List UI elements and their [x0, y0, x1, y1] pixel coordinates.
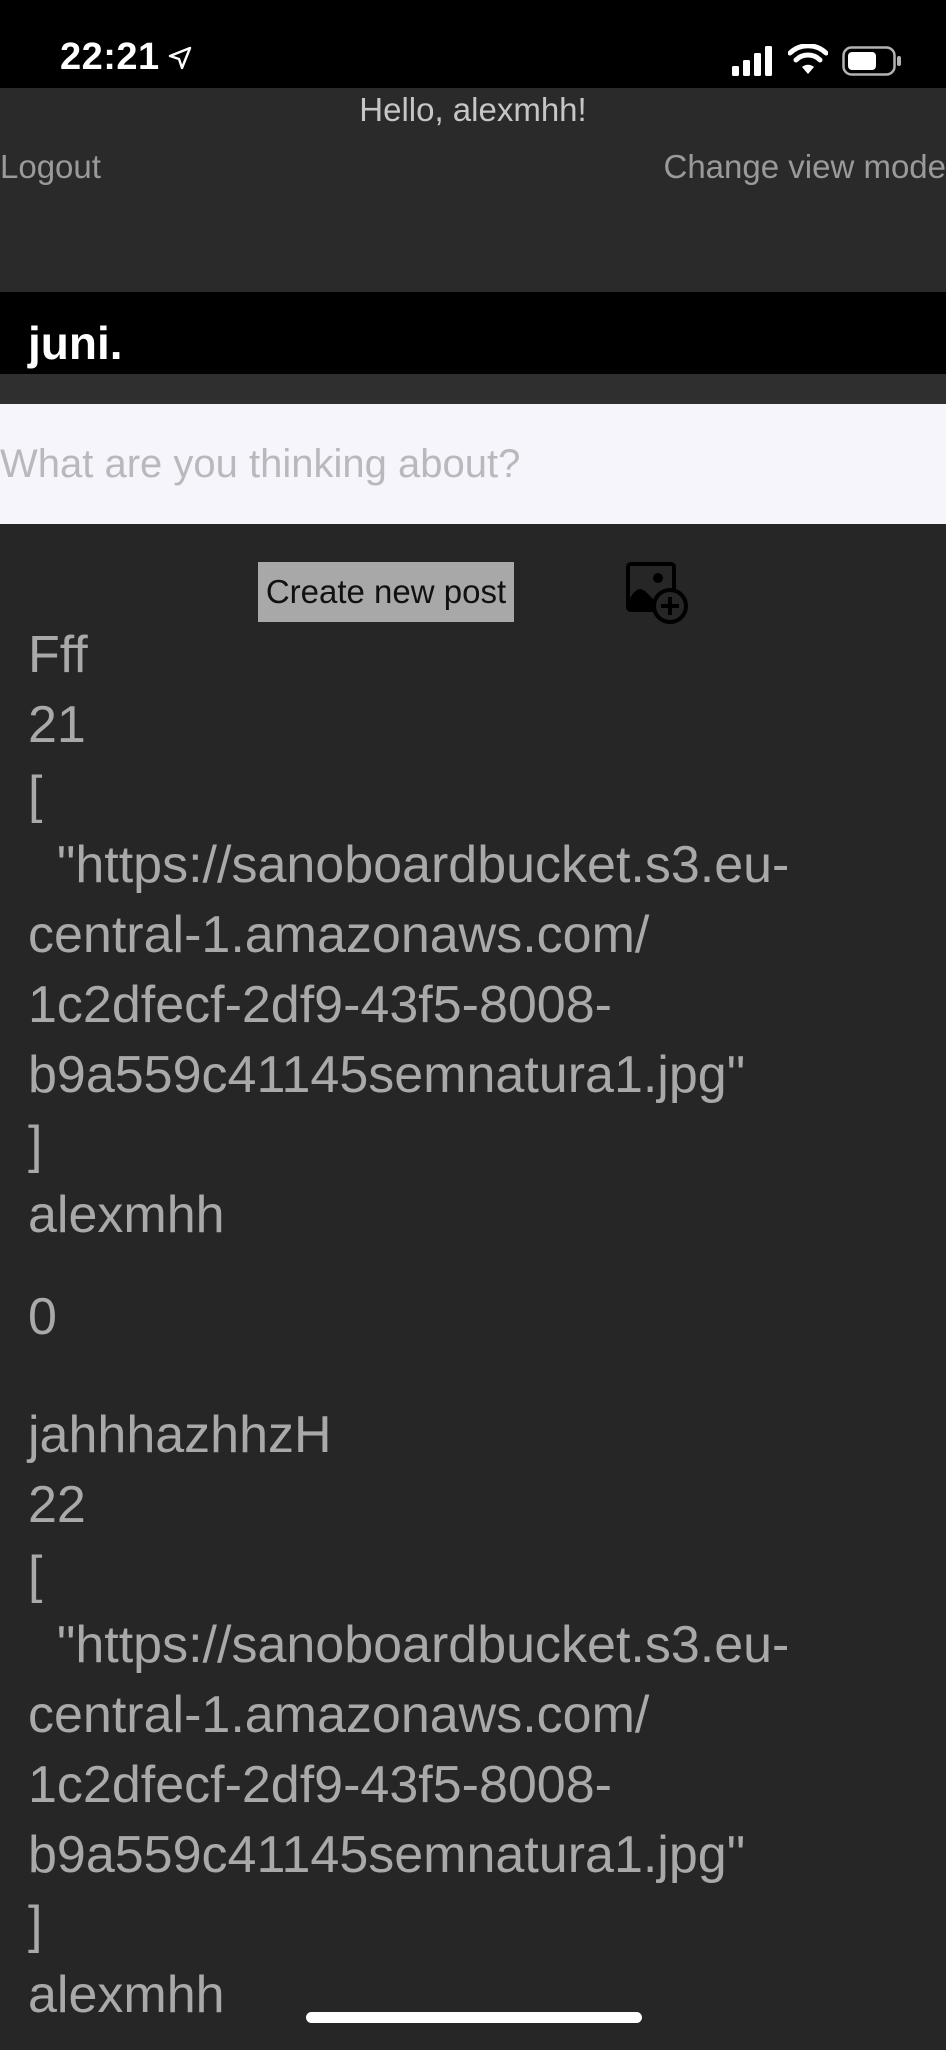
- post-number: 21: [28, 690, 928, 760]
- status-time: 22:21: [60, 36, 160, 79]
- status-bar: 22:21: [0, 0, 946, 88]
- location-arrow-icon: [168, 46, 192, 70]
- logout-link[interactable]: Logout: [0, 148, 101, 186]
- post-list: Fff 21 [ "https://sanoboardbucket.s3.eu-…: [28, 620, 928, 2050]
- post-input[interactable]: [0, 404, 946, 524]
- post-images-close: ]: [28, 1890, 928, 1960]
- greeting-text: Hello, alexmhh!: [0, 90, 946, 130]
- home-indicator: [306, 2012, 642, 2023]
- post-image-url: b9a559c41145semnatura1.jpg": [28, 1820, 928, 1890]
- post-number: 22: [28, 1470, 928, 1540]
- create-post-button[interactable]: Create new post: [258, 562, 514, 622]
- post-images-close: ]: [28, 1110, 928, 1180]
- post-image-url: 1c2dfecf-2df9-43f5-8008-: [28, 1750, 928, 1820]
- post-image-url: "https://sanoboardbucket.s3.eu-: [28, 830, 928, 900]
- post-item: Fff 21 [ "https://sanoboardbucket.s3.eu-…: [28, 620, 928, 1352]
- post-image-url: central-1.amazonaws.com/: [28, 1680, 928, 1750]
- add-image-icon[interactable]: [624, 560, 690, 626]
- post-image-url: 1c2dfecf-2df9-43f5-8008-: [28, 970, 928, 1040]
- post-images-open: [: [28, 760, 928, 830]
- cellular-signal-icon: [732, 46, 774, 76]
- month-section-header: juni.: [0, 292, 946, 374]
- divider: [0, 374, 946, 404]
- app-header: Hello, alexmhh! Logout Change view mode: [0, 88, 946, 292]
- header-links: Logout Change view mode: [0, 148, 946, 198]
- post-image-url: "https://sanoboardbucket.s3.eu-: [28, 1610, 928, 1680]
- post-title: jahhhazhhzH: [28, 1400, 928, 1470]
- wifi-icon: [788, 44, 828, 76]
- month-label: juni.: [28, 316, 123, 370]
- post-image-url: central-1.amazonaws.com/: [28, 900, 928, 970]
- battery-icon: [842, 46, 902, 76]
- post-title: Fff: [28, 620, 928, 690]
- change-view-mode-link[interactable]: Change view mode: [664, 148, 946, 186]
- post-likes-count: 0: [28, 1282, 928, 1352]
- post-images-open: [: [28, 1540, 928, 1610]
- post-item: jahhhazhhzH 22 [ "https://sanoboardbucke…: [28, 1400, 928, 2030]
- post-image-url: b9a559c41145semnatura1.jpg": [28, 1040, 928, 1110]
- post-author: alexmhh: [28, 1180, 928, 1250]
